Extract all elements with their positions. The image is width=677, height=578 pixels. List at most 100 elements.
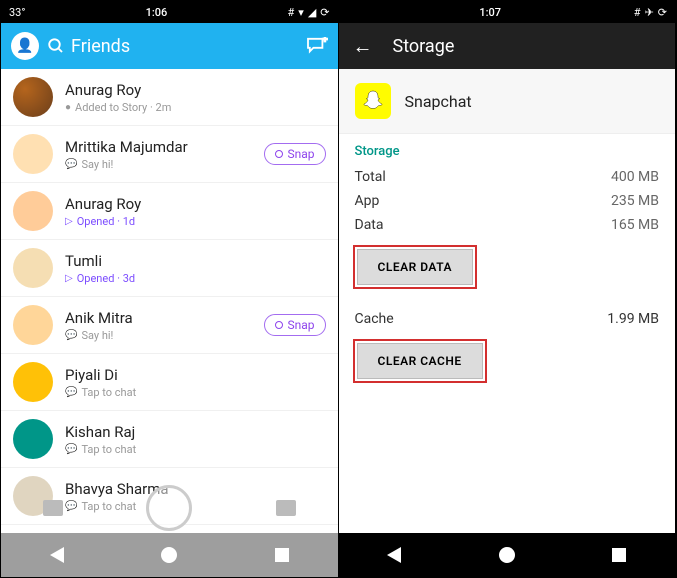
new-chat-icon[interactable]: + <box>306 37 328 55</box>
friend-avatar[interactable] <box>13 305 53 345</box>
status-text: Tap to chat <box>81 386 136 399</box>
friend-avatar[interactable] <box>13 134 53 174</box>
friend-subtext: 💬Say hi! <box>65 329 252 342</box>
friend-name: Anurag Roy <box>65 81 326 99</box>
snap-label: Snap <box>287 147 314 161</box>
friend-row[interactable]: Anik Mitra 💬Say hi! Snap <box>1 297 338 354</box>
back-arrow-icon[interactable]: ← <box>353 34 373 59</box>
status-icon: ▷ <box>65 216 73 227</box>
app-name: Snapchat <box>405 92 472 111</box>
friend-name: Piyali Di <box>65 366 326 384</box>
friend-subtext: ● Added to Story · 2m <box>65 101 326 114</box>
status-bar: 33° 1:06 # ▾ ◢ ⟳ <box>1 1 338 23</box>
android-nav-bar <box>339 533 676 577</box>
snapchat-app-icon <box>355 83 391 119</box>
kv-key: Data <box>355 217 384 233</box>
friend-row[interactable]: Anurag Roy ▷ Opened · 1d <box>1 183 338 240</box>
friend-name: Kishan Raj <box>65 423 326 441</box>
clear-cache-highlight: CLEAR CACHE <box>353 339 487 383</box>
storage-kv-row: Total 400 MB <box>339 165 676 189</box>
android-storage-screen: 1:07 # ✈ ⟳ ← Storage Snapchat Storage To… <box>339 1 677 577</box>
storage-kv-row: App235 MB <box>339 189 676 213</box>
search-area[interactable]: Friends <box>47 36 306 57</box>
friend-avatar[interactable] <box>13 362 53 402</box>
status-icon: ▷ <box>65 273 73 284</box>
friends-list[interactable]: Anurag Roy ● Added to Story · 2m Mrittika M… <box>1 69 338 533</box>
cache-row: Cache 1.99 MB <box>339 297 676 331</box>
search-label: Friends <box>71 36 130 57</box>
refresh-icon: ⟳ <box>658 6 667 19</box>
friend-avatar[interactable] <box>13 248 53 288</box>
friend-info: Anik Mitra 💬Say hi! <box>65 309 252 342</box>
friend-row[interactable]: Mrittika Majumdar 💬Say hi! Snap <box>1 126 338 183</box>
hash-icon: # <box>634 6 641 19</box>
status-text: Say hi! <box>81 329 113 342</box>
friend-info: Anurag Roy ▷ Opened · 1d <box>65 195 326 228</box>
friend-avatar[interactable] <box>13 191 53 231</box>
kv-value: 165 MB <box>611 217 659 233</box>
friend-subtext: ▷ Opened · 3d <box>65 272 326 285</box>
chat-tab-icon[interactable] <box>43 500 63 516</box>
status-time: 1:06 <box>25 6 287 19</box>
friend-info: Tumli ▷ Opened · 3d <box>65 252 326 285</box>
android-nav-bar <box>1 533 338 577</box>
kv-value: 400 MB <box>611 169 659 185</box>
status-time: 1:07 <box>347 6 634 19</box>
friend-name: Mrittika Majumdar <box>65 138 252 156</box>
friend-row[interactable]: Kishan Raj 💬 Tap to chat <box>1 411 338 468</box>
friend-row[interactable]: Piyali Di 💬 Tap to chat <box>1 354 338 411</box>
friend-name: Anurag Roy <box>65 195 326 213</box>
status-icons: # ▾ ◢ ⟳ <box>288 6 330 19</box>
friend-name: Tumli <box>65 252 326 270</box>
snap-label: Snap <box>287 318 314 332</box>
storage-rows: Total 400 MB App235 MB Data 165 MB <box>339 165 676 237</box>
capture-button[interactable] <box>146 485 192 531</box>
page-title: Storage <box>393 36 455 57</box>
wifi-icon: ▾ <box>298 6 304 19</box>
friend-info: Piyali Di 💬 Tap to chat <box>65 366 326 399</box>
kv-key: Total <box>355 169 386 185</box>
hash-icon: # <box>288 6 295 19</box>
storage-header: ← Storage <box>339 23 676 69</box>
status-text: Added to Story · 2m <box>75 101 171 114</box>
clear-cache-button[interactable]: CLEAR CACHE <box>357 343 483 379</box>
clear-data-highlight: CLEAR DATA <box>353 245 478 289</box>
clear-data-button[interactable]: CLEAR DATA <box>357 249 474 285</box>
snapchat-friends-screen: 33° 1:06 # ▾ ◢ ⟳ 👤 Friends + Anurag Roy ●… <box>1 1 339 577</box>
stories-tab-icon[interactable] <box>276 500 296 516</box>
status-icon: 💬 <box>65 387 77 398</box>
friend-row[interactable]: Anurag Roy ● Added to Story · 2m <box>1 69 338 126</box>
kv-value: 235 MB <box>611 193 659 209</box>
cache-value: 1.99 MB <box>607 311 659 327</box>
friend-name: Anik Mitra <box>65 309 252 327</box>
search-icon <box>47 37 65 55</box>
storage-kv-row: Data 165 MB <box>339 213 676 237</box>
friend-row[interactable]: Tumli ▷ Opened · 3d <box>1 240 338 297</box>
status-icon: ● <box>65 102 71 113</box>
friend-info: Anurag Roy ● Added to Story · 2m <box>65 81 326 114</box>
friend-info: Kishan Raj 💬 Tap to chat <box>65 423 326 456</box>
friend-avatar[interactable] <box>13 77 53 117</box>
snap-bottom-bar <box>1 483 338 533</box>
profile-avatar[interactable]: 👤 <box>11 32 39 60</box>
app-row[interactable]: Snapchat <box>339 69 676 134</box>
snap-button[interactable]: Snap <box>264 143 325 165</box>
back-icon[interactable] <box>387 547 401 563</box>
friend-subtext: ▷ Opened · 1d <box>65 215 326 228</box>
storage-section-label: Storage <box>339 134 676 165</box>
snap-button[interactable]: Snap <box>264 314 325 336</box>
recents-icon[interactable] <box>275 548 289 562</box>
status-icon: 💬 <box>65 159 77 170</box>
status-text: Opened · 1d <box>77 215 135 228</box>
status-icons: # ✈ ⟳ <box>634 6 667 19</box>
friend-subtext: 💬Say hi! <box>65 158 252 171</box>
friend-avatar[interactable] <box>13 419 53 459</box>
home-icon[interactable] <box>499 547 515 563</box>
status-icon: 💬 <box>65 444 77 455</box>
home-icon[interactable] <box>161 547 177 563</box>
status-text: Opened · 3d <box>77 272 135 285</box>
back-icon[interactable] <box>50 547 64 563</box>
friend-subtext: 💬 Tap to chat <box>65 443 326 456</box>
status-text: Tap to chat <box>81 443 136 456</box>
recents-icon[interactable] <box>612 548 626 562</box>
